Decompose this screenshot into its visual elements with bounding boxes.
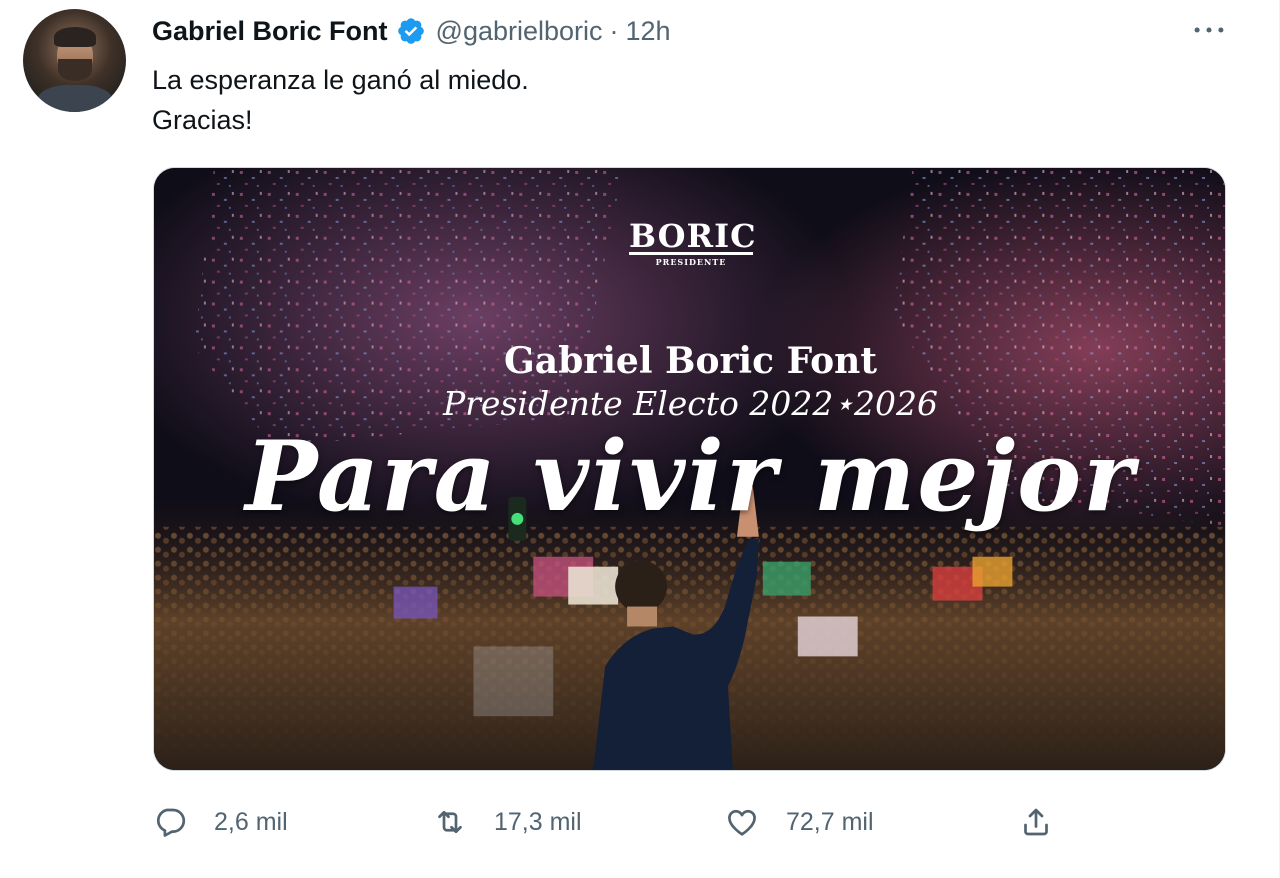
share-icon [1018, 804, 1054, 840]
tweet-header: Gabriel Boric Font @gabrielboric · 12h [152, 13, 671, 49]
like-icon [724, 804, 760, 840]
retweet-count: 17,3 mil [494, 807, 582, 836]
avatar-shirt [37, 85, 113, 112]
avatar-hair [54, 27, 96, 47]
tweet-text-line: Gracias! [152, 105, 253, 135]
author-avatar[interactable] [23, 9, 126, 112]
reply-count: 2,6 mil [214, 807, 288, 836]
like-count: 72,7 mil [786, 807, 874, 836]
reply-icon [152, 804, 188, 840]
header-separator: · [609, 15, 619, 46]
boric-logo: BORIC PRESIDENTE [629, 217, 757, 267]
more-options-icon[interactable] [1189, 16, 1229, 44]
retweet-button[interactable]: 17,3 mil [432, 800, 582, 844]
tweet-timestamp[interactable]: 12h [626, 16, 671, 47]
verified-badge-icon [396, 16, 426, 46]
logo-sub: PRESIDENTE [655, 257, 727, 267]
media-subline: Presidente Electo 2022⋆2026 [442, 384, 939, 423]
avatar-beard [58, 59, 92, 81]
author-handle[interactable]: @gabrielboric [436, 16, 603, 47]
logo-word: BORIC [629, 217, 757, 255]
tweet-media-image[interactable]: BORIC PRESIDENTE Gabriel Boric Font Pres… [153, 167, 1226, 771]
tweet-text-line: La esperanza le ganó al miedo. [152, 65, 529, 95]
media-headline: Gabriel Boric Font [504, 340, 877, 382]
reply-button[interactable]: 2,6 mil [152, 800, 288, 844]
retweet-icon [432, 804, 468, 840]
share-button[interactable] [1018, 800, 1054, 844]
tweet-text: La esperanza le ganó al miedo. Gracias! [152, 60, 529, 140]
author-name[interactable]: Gabriel Boric Font [152, 16, 388, 47]
tweet-actions: 2,6 mil 17,3 mil 72,7 mil [152, 800, 1072, 844]
media-slogan: Para vivir mejor [245, 420, 1136, 533]
like-button[interactable]: 72,7 mil [724, 800, 874, 844]
tweet-card[interactable]: Gabriel Boric Font @gabrielboric · 12h L… [0, 0, 1280, 878]
